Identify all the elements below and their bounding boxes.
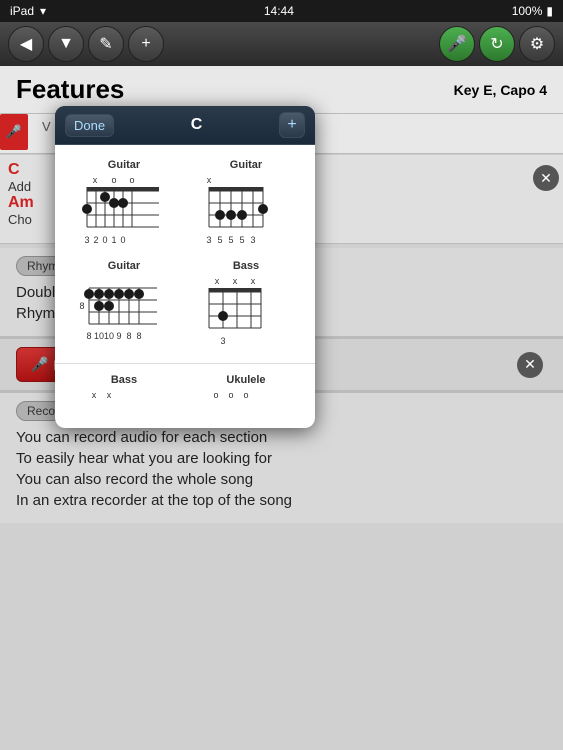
svg-text:o: o	[213, 390, 218, 400]
svg-text:8: 8	[86, 331, 91, 341]
refresh-button[interactable]: ↻	[479, 26, 515, 62]
svg-text:5: 5	[228, 235, 233, 245]
chord-diagram-ukulele: Ukulele o o o	[185, 368, 307, 424]
edit-icon: ✎	[99, 34, 112, 54]
svg-text:x: x	[214, 276, 219, 286]
svg-text:o: o	[228, 390, 233, 400]
svg-text:10: 10	[93, 331, 103, 341]
back-button[interactable]: ◀	[8, 26, 44, 62]
status-bar: iPad ▾ 14:44 100% ▮	[0, 0, 563, 22]
add-icon: +	[141, 35, 150, 53]
carrier-label: iPad	[10, 4, 34, 18]
status-right: 100% ▮	[512, 4, 553, 18]
bass2-svg: x x	[84, 388, 164, 418]
key-info: Key E, Capo 4	[454, 82, 547, 98]
svg-text:5: 5	[239, 235, 244, 245]
chord-overlay-header: Done C +	[55, 106, 315, 145]
svg-text:5: 5	[217, 235, 222, 245]
back-icon: ◀	[20, 34, 32, 54]
chord-diagram-guitar2: Guitar x	[185, 153, 307, 254]
edit-button[interactable]: ✎	[88, 26, 124, 62]
svg-text:x: x	[92, 175, 97, 185]
record-text: You can record audio for each section To…	[16, 427, 547, 511]
chord-diagram-bass2: Bass x x	[63, 368, 185, 424]
record-row-close[interactable]: ✕	[517, 352, 543, 378]
battery-icon: ▮	[546, 4, 553, 18]
guitar3-svg: 8	[77, 274, 172, 349]
svg-text:3: 3	[250, 235, 255, 245]
wifi-icon: ▾	[40, 4, 46, 18]
settings-button[interactable]: ⚙	[519, 26, 555, 62]
battery-label: 100%	[512, 4, 543, 18]
bass-svg: x x x	[199, 274, 294, 349]
chord-diagram-grid: Guitar x o o	[55, 145, 315, 363]
verse-label: V	[42, 119, 51, 134]
nav-bar: ◀ ▼ ✎ + 🎤 ↻ ⚙	[0, 22, 563, 66]
svg-text:3: 3	[206, 235, 211, 245]
time-label: 14:44	[264, 4, 294, 18]
chord-overlay-title: C	[191, 116, 203, 134]
svg-text:x: x	[250, 276, 255, 286]
svg-text:o: o	[111, 175, 116, 185]
svg-text:8: 8	[126, 331, 131, 341]
svg-text:1: 1	[111, 235, 116, 245]
svg-text:o: o	[243, 390, 248, 400]
svg-text:2: 2	[93, 235, 98, 245]
verse-tab: 🎤	[0, 114, 28, 150]
mic-tab-icon: 🎤	[6, 124, 22, 140]
chord-diagram-guitar1: Guitar x o o	[63, 153, 185, 254]
chord-diagram-row2: Bass x x Ukulele o o o	[55, 363, 315, 428]
guitar2-svg: x	[199, 173, 294, 248]
mic-icon: 🎤	[447, 34, 467, 54]
svg-text:8: 8	[79, 301, 84, 311]
svg-text:o: o	[129, 175, 134, 185]
main-content: Features Key E, Capo 4 🎤 V C Add Am Cho …	[0, 66, 563, 750]
chord-add-button[interactable]: +	[279, 112, 305, 138]
refresh-icon: ↻	[490, 34, 503, 54]
svg-text:x: x	[206, 175, 211, 185]
page-title: Features	[16, 74, 124, 105]
svg-text:x: x	[232, 276, 237, 286]
svg-text:x: x	[107, 390, 112, 400]
svg-text:x: x	[92, 390, 97, 400]
chord-row-close[interactable]: ✕	[533, 165, 559, 191]
nav-right: 🎤 ↻ ⚙	[439, 26, 555, 62]
down-button[interactable]: ▼	[48, 26, 84, 62]
chord-diagram-bass: Bass x x x	[185, 254, 307, 355]
svg-text:3: 3	[84, 235, 89, 245]
ukulele-svg: o o o	[206, 388, 286, 418]
add-button[interactable]: +	[128, 26, 164, 62]
status-left: iPad ▾	[10, 4, 46, 18]
chord-done-button[interactable]: Done	[65, 114, 114, 137]
settings-icon: ⚙	[530, 34, 544, 54]
chord-diagram-guitar3: Guitar 8	[63, 254, 185, 355]
svg-text:0: 0	[102, 235, 107, 245]
svg-text:3: 3	[220, 336, 225, 346]
down-icon: ▼	[58, 35, 74, 53]
mic-button[interactable]: 🎤	[439, 26, 475, 62]
svg-text:10: 10	[103, 331, 113, 341]
chord-overlay: Done C + Guitar x o o	[55, 106, 315, 428]
nav-left: ◀ ▼ ✎ +	[8, 26, 164, 62]
svg-text:0: 0	[120, 235, 125, 245]
svg-text:9: 9	[116, 331, 121, 341]
guitar1-svg: x o o	[77, 173, 172, 248]
svg-text:8: 8	[136, 331, 141, 341]
record-mic-icon: 🎤	[31, 356, 48, 373]
